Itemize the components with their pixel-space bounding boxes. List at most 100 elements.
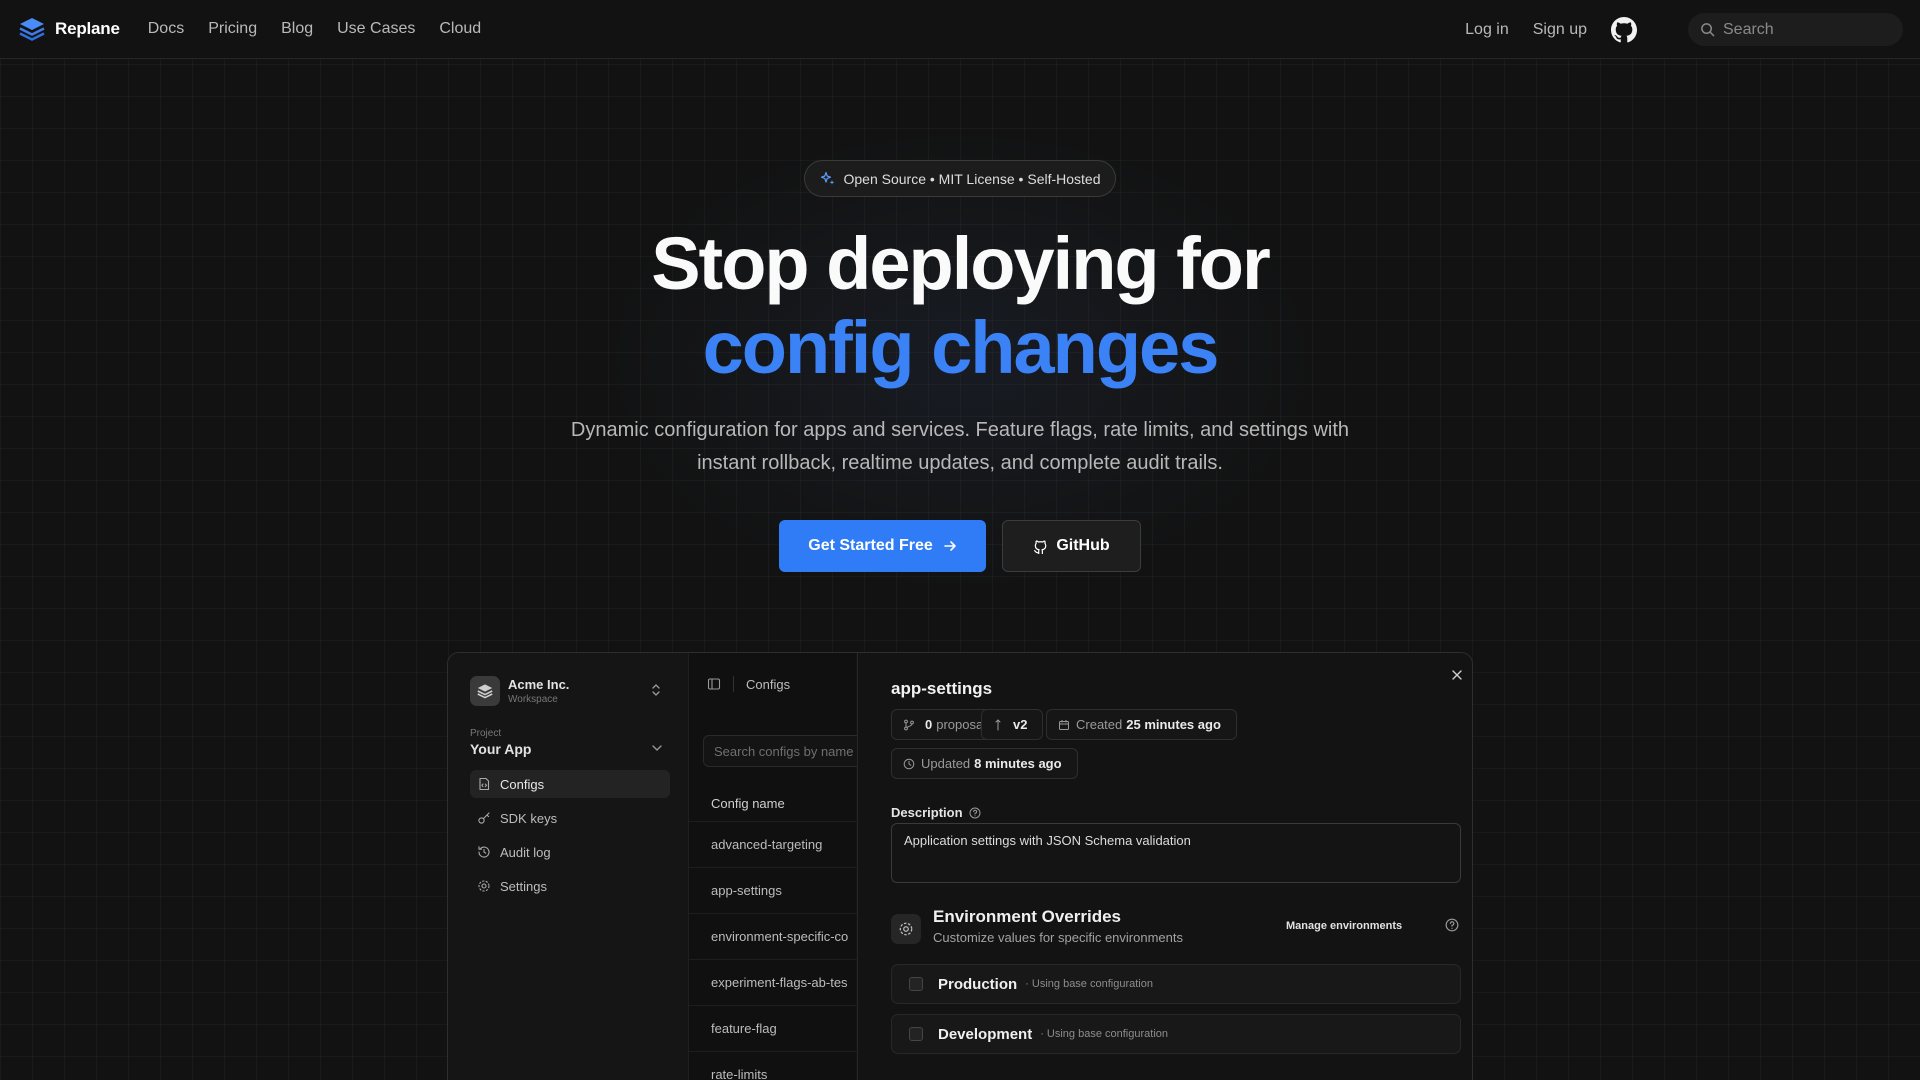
updated-chip: Updated 8 minutes ago xyxy=(891,748,1078,779)
search-input[interactable] xyxy=(1723,20,1893,39)
brand-name: Replane xyxy=(55,19,120,38)
arrow-right-icon xyxy=(943,541,956,551)
nav-link-use-cases[interactable]: Use Cases xyxy=(337,20,415,38)
description-textarea[interactable]: Application settings with JSON Schema va… xyxy=(891,823,1461,883)
config-title: app-settings xyxy=(891,679,993,698)
config-list-pane: Configs Config name advanced-targeting a… xyxy=(688,653,873,1080)
created-label: Created xyxy=(1076,717,1123,732)
github-button[interactable]: GitHub xyxy=(1002,520,1141,572)
hero-subtitle: Dynamic configuration for apps and servi… xyxy=(570,419,1350,474)
history-icon xyxy=(478,846,490,858)
env-settings-icon-box xyxy=(891,914,921,944)
close-icon[interactable] xyxy=(1451,669,1463,681)
list-item[interactable]: app-settings xyxy=(689,867,857,913)
hero-badge-text: Open Source • MIT License • Self-Hosted xyxy=(843,170,1101,187)
updated-value: 8 minutes ago xyxy=(974,756,1062,771)
project-name[interactable]: Your App xyxy=(470,741,531,757)
sidebar-item-label: Configs xyxy=(500,776,545,792)
app-preview: Acme Inc. Workspace Project Your App Con… xyxy=(447,652,1473,1080)
proposals-count: 0 xyxy=(925,717,933,732)
hero-title-line1: Stop deploying for xyxy=(651,222,1271,305)
github-icon[interactable] xyxy=(1611,16,1637,43)
env-overrides-subtitle: Customize values for specific environmen… xyxy=(933,930,1183,945)
config-search[interactable] xyxy=(703,735,873,767)
sidebar-item-configs[interactable]: Configs xyxy=(470,770,670,798)
list-column-header: Config name xyxy=(711,796,785,811)
sidebar-item-label: Settings xyxy=(500,878,547,894)
hero-badge: Open Source • MIT License • Self-Hosted xyxy=(804,160,1116,197)
preview-sidebar: Acme Inc. Workspace Project Your App Con… xyxy=(448,653,688,1080)
search-box[interactable] xyxy=(1688,13,1903,46)
workspace-avatar xyxy=(470,676,500,706)
list-title: Configs xyxy=(746,676,791,692)
version-value: v2 xyxy=(1013,717,1028,732)
env-note: · Using base configuration xyxy=(1025,978,1153,990)
workspace-switcher[interactable]: Acme Inc. Workspace xyxy=(470,676,569,706)
nav-right: Log in Sign up xyxy=(1441,0,1903,59)
sidebar-item-audit-log[interactable]: Audit log xyxy=(470,838,670,866)
list-item[interactable]: rate-limits xyxy=(689,1051,857,1080)
top-navbar: Replane Docs Pricing Blog Use Cases Clou… xyxy=(0,0,1920,59)
version-icon xyxy=(995,718,1001,730)
git-branch-icon xyxy=(904,719,914,730)
created-value: 25 minutes ago xyxy=(1126,717,1221,732)
list-toolbar: Configs xyxy=(689,671,790,697)
search-icon xyxy=(1701,23,1715,37)
get-started-button[interactable]: Get Started Free xyxy=(779,520,986,572)
clock-icon xyxy=(903,758,915,769)
workspace-label: Workspace xyxy=(508,694,558,705)
get-started-label: Get Started Free xyxy=(808,537,933,554)
sparkles-icon xyxy=(820,171,834,185)
config-search-input[interactable] xyxy=(704,736,872,766)
version-chip: v2 xyxy=(981,709,1044,740)
project-label: Project xyxy=(470,728,502,739)
help-circle-icon[interactable] xyxy=(1445,918,1459,932)
gear-icon xyxy=(899,922,913,936)
env-checkbox[interactable] xyxy=(909,977,923,991)
calendar-icon xyxy=(1059,719,1069,730)
signup-link[interactable]: Sign up xyxy=(1533,21,1587,39)
env-name: Development xyxy=(938,1025,1033,1043)
manage-environments-link[interactable]: Manage environments xyxy=(1286,920,1402,932)
chevron-down-icon[interactable] xyxy=(651,743,663,753)
replane-logo-icon xyxy=(19,18,45,41)
env-row-production[interactable]: Production · Using base configuration xyxy=(891,964,1461,1004)
brand-link[interactable]: Replane xyxy=(17,14,120,44)
sidebar-item-label: Audit log xyxy=(500,844,551,860)
nav-link-docs[interactable]: Docs xyxy=(148,20,184,38)
sidebar-item-label: SDK keys xyxy=(500,810,558,826)
updated-label: Updated xyxy=(921,756,971,771)
env-overrides-title: Environment Overrides xyxy=(933,907,1122,926)
chevron-updown-icon[interactable] xyxy=(650,683,662,697)
nav-link-cloud[interactable]: Cloud xyxy=(439,20,481,38)
sidebar-item-settings[interactable]: Settings xyxy=(470,872,670,900)
created-chip: Created 25 minutes ago xyxy=(1046,709,1237,740)
stack-icon xyxy=(477,684,493,699)
workspace-name: Acme Inc. xyxy=(508,677,570,692)
nav-links: Docs Pricing Blog Use Cases Cloud xyxy=(148,20,481,38)
env-row-development[interactable]: Development · Using base configuration xyxy=(891,1014,1461,1054)
login-link[interactable]: Log in xyxy=(1465,21,1509,39)
sidebar-toggle-icon[interactable] xyxy=(707,677,721,691)
toolbar-divider xyxy=(733,676,734,692)
github-button-label: GitHub xyxy=(1056,537,1110,554)
env-checkbox[interactable] xyxy=(909,1027,923,1041)
list-item[interactable]: advanced-targeting xyxy=(689,821,857,867)
gear-icon xyxy=(478,880,490,892)
list-item[interactable]: experiment-flags-ab-tes xyxy=(689,959,857,1005)
description-label: Description xyxy=(891,805,981,820)
key-icon xyxy=(478,812,490,824)
nav-link-blog[interactable]: Blog xyxy=(281,20,313,38)
config-detail-pane: app-settings 0 proposals v2 Created 25 m… xyxy=(857,653,1472,1080)
file-code-icon xyxy=(479,777,490,791)
list-item[interactable]: feature-flag xyxy=(689,1005,857,1051)
description-label-text: Description xyxy=(891,805,963,820)
github-outline-icon xyxy=(1034,539,1047,554)
env-name: Production xyxy=(938,975,1018,993)
sidebar-item-sdk-keys[interactable]: SDK keys xyxy=(470,804,670,832)
env-note: · Using base configuration xyxy=(1040,1028,1168,1040)
help-circle-icon[interactable] xyxy=(969,807,981,819)
list-item[interactable]: environment-specific-co xyxy=(689,913,857,959)
hero-title-line2: config changes xyxy=(702,306,1220,389)
nav-link-pricing[interactable]: Pricing xyxy=(208,20,257,38)
